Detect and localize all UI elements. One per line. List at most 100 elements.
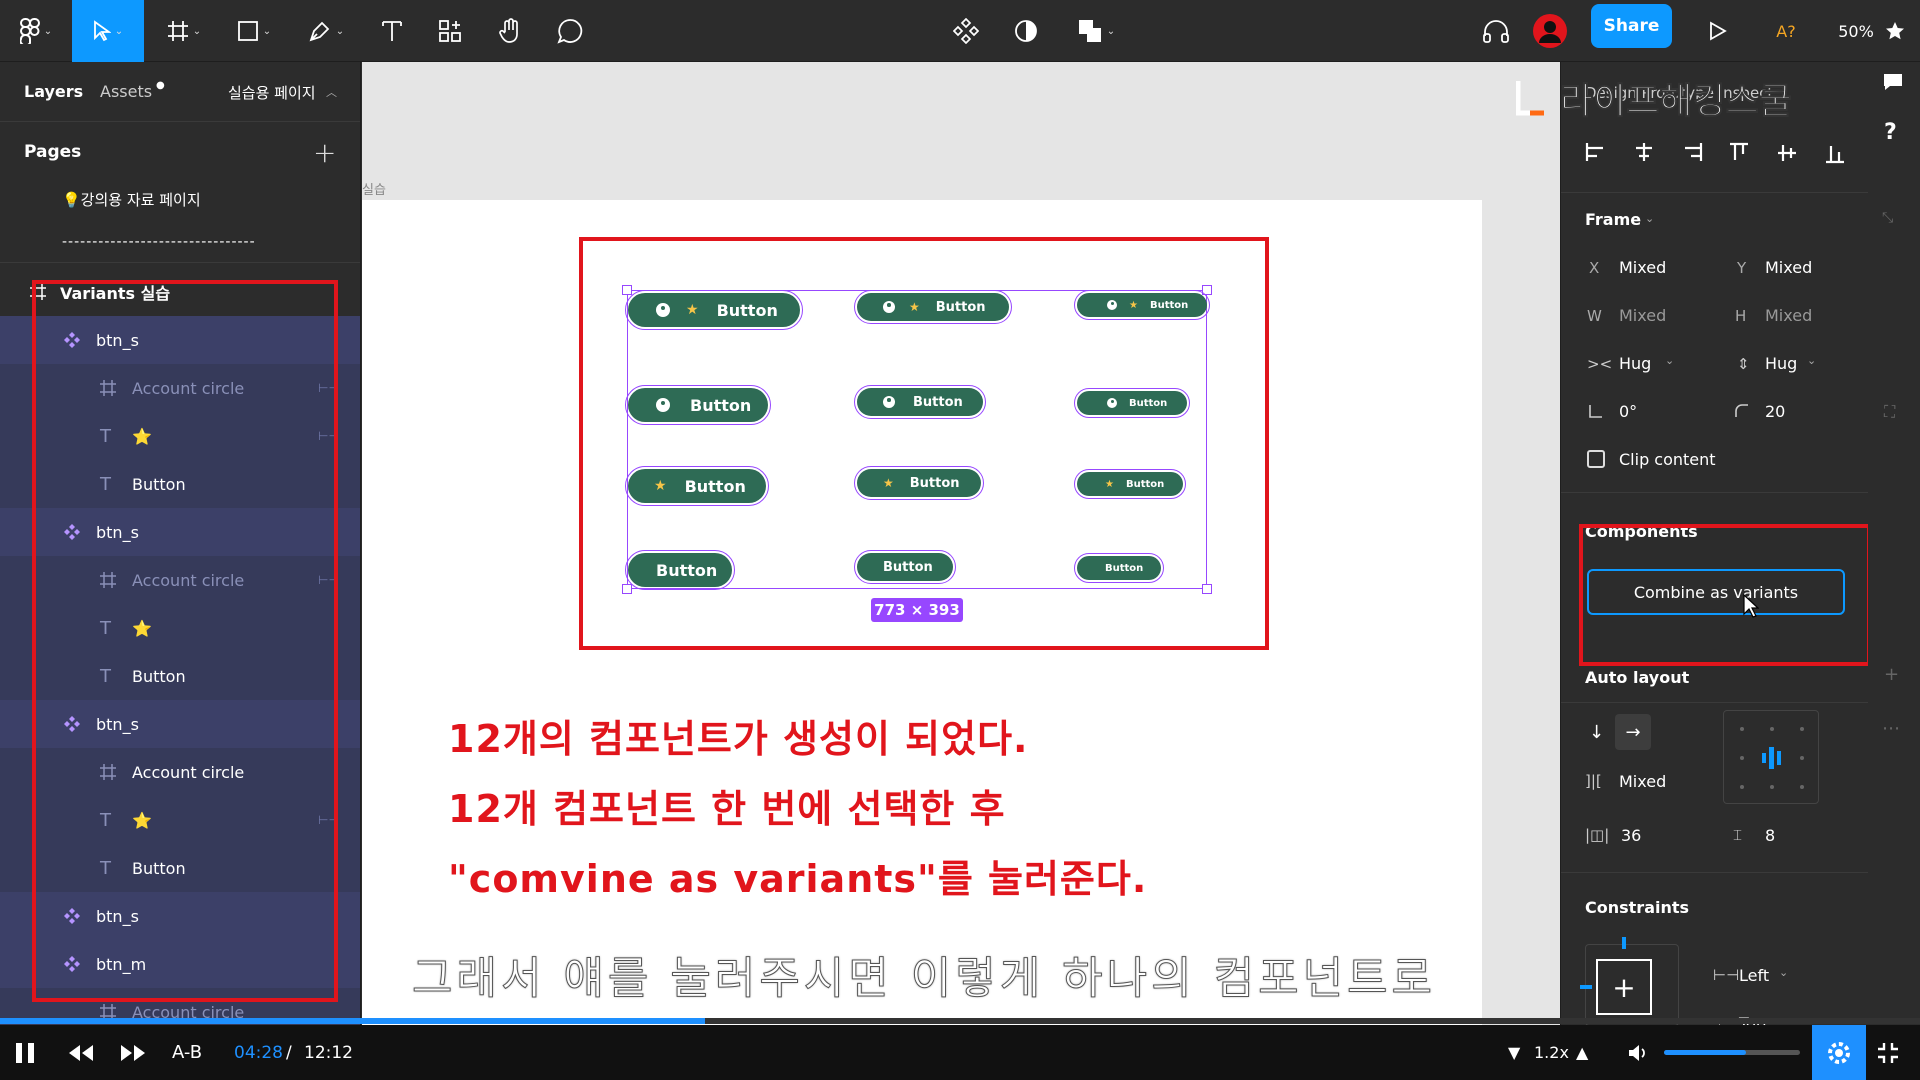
frame-tool-button[interactable]: ⌄	[158, 0, 210, 62]
corner-radius-input[interactable]: 20	[1765, 402, 1785, 421]
canvas[interactable]: 실습 ★ Button Button ★ Button Button ★ But…	[362, 62, 1560, 1025]
constraint-top-marker[interactable]	[1622, 937, 1626, 949]
comment-tool-button[interactable]	[550, 0, 590, 62]
rotation-input[interactable]: 0°	[1619, 402, 1637, 421]
user-avatar-button[interactable]	[1530, 0, 1570, 62]
button-small[interactable]: Button	[1074, 553, 1164, 583]
resize-handle[interactable]	[622, 584, 632, 594]
mask-button[interactable]	[1006, 0, 1046, 62]
button-medium-icon-star[interactable]: ★ Button	[854, 290, 1012, 324]
frame-name-label[interactable]: 실습	[362, 179, 386, 198]
frame-section-title[interactable]: Frame	[1585, 210, 1641, 229]
volume-slider[interactable]	[1664, 1050, 1800, 1055]
present-button[interactable]	[1700, 0, 1736, 62]
page-selector[interactable]: 실습용 페이지	[228, 82, 316, 103]
button-large-icon-star[interactable]: ★ Button	[625, 290, 803, 330]
chat-icon[interactable]	[1882, 72, 1904, 92]
more-icon[interactable]: ⋯	[1882, 718, 1900, 739]
speed-up-icon[interactable]: ▲	[1576, 1025, 1588, 1080]
button-medium-icon[interactable]: Button	[854, 385, 986, 419]
resize-handle[interactable]	[622, 285, 632, 295]
x-label: X	[1589, 259, 1600, 277]
hug-width-select[interactable]: Hug	[1619, 354, 1651, 373]
button-medium[interactable]: Button	[854, 550, 956, 584]
arrow-right-icon[interactable]: →	[1615, 714, 1651, 750]
shape-tool-button[interactable]: ⌄	[228, 0, 280, 62]
alignment-grid[interactable]	[1723, 710, 1819, 804]
clip-content-checkbox[interactable]	[1587, 450, 1605, 468]
tab-assets[interactable]: Assets	[100, 82, 152, 101]
pen-tool-button[interactable]: ⌄	[300, 0, 352, 62]
fullscreen-exit-button[interactable]	[1876, 1025, 1912, 1080]
video-progress-fill	[0, 1018, 705, 1024]
width-input[interactable]: Mixed	[1619, 306, 1666, 325]
pause-button[interactable]	[14, 1025, 44, 1080]
button-small-star[interactable]: ★ Button	[1074, 469, 1186, 499]
add-page-icon[interactable]: +	[313, 136, 336, 169]
expand-icon[interactable]: ⛶	[1884, 402, 1895, 422]
selection-bounds[interactable]	[627, 290, 1207, 589]
missing-fonts-button[interactable]: A?	[1766, 0, 1806, 62]
star-icon: ★	[1129, 299, 1138, 311]
collapse-icon[interactable]: ⤡	[1882, 210, 1893, 226]
button-label: Button	[1105, 562, 1144, 574]
video-progress-bar[interactable]	[0, 1018, 1920, 1024]
padding-horizontal-input[interactable]: 36	[1621, 826, 1641, 845]
align-left-icon[interactable]	[1585, 142, 1607, 162]
button-large-star[interactable]: ★ Button	[625, 466, 769, 506]
add-icon[interactable]: +	[1884, 664, 1899, 685]
fullscreen-exit-icon	[1878, 1042, 1898, 1063]
padding-vertical-input[interactable]: 8	[1765, 826, 1775, 845]
zoom-level[interactable]: 50%	[1836, 0, 1876, 62]
main-menu-button[interactable]: ⌄	[10, 0, 62, 62]
y-input[interactable]: Mixed	[1765, 258, 1812, 277]
boolean-button[interactable]: ⌄	[1068, 0, 1124, 62]
star-icon: ★	[883, 476, 894, 490]
share-button[interactable]: Share	[1591, 4, 1672, 48]
button-small-icon-star[interactable]: ★ Button	[1074, 290, 1210, 320]
h-label: H	[1735, 307, 1747, 325]
layers-panel: Layers Assets ● 실습용 페이지 ︿ Pages + 💡강의용 자…	[0, 62, 361, 1025]
favorite-button[interactable]	[1880, 0, 1910, 62]
button-small-icon[interactable]: Button	[1074, 388, 1190, 418]
resize-handle[interactable]	[1202, 584, 1212, 594]
help-icon[interactable]: ?	[1884, 120, 1897, 145]
component-button[interactable]	[946, 0, 986, 62]
page-item-separator[interactable]: --------------------------------	[62, 234, 256, 250]
divider	[1561, 702, 1868, 703]
button-medium-star[interactable]: ★ Button	[854, 466, 984, 500]
speed-down-icon[interactable]: ▼	[1508, 1025, 1520, 1080]
fast-forward-button[interactable]	[120, 1025, 150, 1080]
hug-height-select[interactable]: Hug	[1765, 354, 1797, 373]
constraints-widget[interactable]: +	[1580, 937, 1679, 1025]
volume-button[interactable]	[1628, 1025, 1648, 1080]
cursor-icon	[93, 20, 111, 42]
button-large-icon[interactable]: Button	[625, 385, 771, 425]
ab-repeat-button[interactable]: A-B	[172, 1025, 202, 1080]
rewind-button[interactable]	[68, 1025, 98, 1080]
align-center-h-icon[interactable]	[1633, 142, 1655, 162]
settings-button[interactable]	[1812, 1025, 1866, 1080]
x-input[interactable]: Mixed	[1619, 258, 1666, 277]
text-tool-button[interactable]	[374, 0, 410, 62]
page-item-lecture[interactable]: 💡강의용 자료 페이지	[62, 189, 201, 210]
align-top-icon[interactable]	[1729, 142, 1749, 164]
arrow-down-icon[interactable]: ↓	[1589, 722, 1604, 743]
tab-layers[interactable]: Layers	[24, 82, 83, 101]
height-input[interactable]: Mixed	[1765, 306, 1812, 325]
hand-tool-button[interactable]	[490, 0, 530, 62]
align-bottom-icon[interactable]	[1825, 142, 1845, 164]
align-center-v-icon[interactable]	[1777, 142, 1797, 164]
move-tool-button[interactable]: ⌄	[72, 0, 144, 62]
annotation-line-3: "comvine as variants"를 눌러준다.	[448, 857, 1148, 901]
align-right-icon[interactable]	[1681, 142, 1703, 162]
resize-handle[interactable]	[1202, 285, 1212, 295]
button-large[interactable]: Button	[625, 550, 735, 590]
spacing-input[interactable]: Mixed	[1619, 772, 1666, 791]
fast-forward-icon	[121, 1044, 145, 1061]
constraint-left-marker[interactable]	[1580, 985, 1592, 989]
button-label: Button	[909, 475, 960, 491]
horizontal-constraint-select[interactable]: Left	[1739, 966, 1769, 985]
resources-button[interactable]	[432, 0, 468, 62]
audio-button[interactable]	[1476, 0, 1516, 62]
